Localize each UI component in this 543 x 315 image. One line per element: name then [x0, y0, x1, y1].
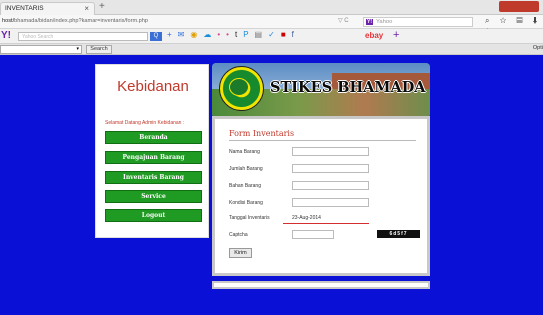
flickr-icon[interactable]: •• [217, 30, 235, 39]
field-label-bahan: Bahan Barang [229, 183, 261, 189]
search-strip: ▾ Search Opti [0, 44, 543, 55]
browser-tab[interactable]: INVENTARIS × [0, 2, 95, 15]
tab-title: INVENTARIS [5, 5, 44, 12]
navigation-bar: host/bhamada/bidan/index.php?kamar=inven… [0, 15, 543, 35]
field-label-tanggal: Tanggal Inventaris [229, 215, 270, 221]
toolbar-icons: +✉◉☁••tP▤✓■f [167, 30, 300, 39]
browser-search-placeholder: Yahoo [376, 19, 393, 25]
toolbar-search-button[interactable]: Q [150, 32, 162, 41]
submit-button[interactable]: Kirim [229, 248, 252, 258]
field-label-jumlah: Jumlah Barang [229, 166, 263, 172]
cloud-icon[interactable]: ☁ [203, 30, 217, 39]
new-tab-button[interactable]: + [99, 1, 105, 12]
kondisi-barang-input[interactable] [292, 198, 369, 207]
toolbar-add-icon[interactable]: + [167, 30, 178, 39]
header-banner: STIKES BHAMADA SLAWI [212, 63, 430, 118]
bahan-barang-input[interactable] [292, 181, 369, 190]
captcha-image: 6d5f7 [377, 230, 420, 238]
footer-bar [212, 281, 430, 289]
toolbar-search-placeholder: Yahoo Search [22, 34, 54, 40]
toolbar-search-input[interactable]: Yahoo Search [18, 32, 148, 41]
inventory-form: Form Inventaris Nama Barang Jumlah Baran… [212, 116, 430, 276]
weather-icon[interactable]: ◉ [190, 30, 203, 39]
reload-icon[interactable]: ▽ C [338, 17, 349, 24]
field-label-nama: Nama Barang [229, 149, 260, 155]
greeting-text: Selamat Datang Admin Kebidanan : [105, 120, 185, 126]
url-rest: bhamada/bidan/index.php?kamar=inventaris… [14, 18, 149, 24]
field-label-captcha: Captcha [229, 232, 248, 238]
campus-logo-center [229, 78, 249, 96]
url-prefix: host/ [2, 18, 15, 24]
banner-title: STIKES BHAMADA SLAWI [270, 79, 430, 96]
search-select[interactable]: ▾ [0, 45, 82, 54]
form-title: Form Inventaris [229, 129, 295, 138]
form-divider [229, 140, 416, 141]
facebook-icon[interactable]: f [292, 30, 300, 39]
menu-pengajuan-button[interactable]: Pengajuan Barang [105, 151, 202, 164]
menu-logout-button[interactable]: Logout [105, 209, 202, 222]
menu-beranda-button[interactable]: Beranda [105, 131, 202, 144]
yahoo-logo-icon: Y! [366, 19, 373, 25]
tanggal-inventaris-value[interactable]: 23-Aug-2014 [292, 215, 321, 221]
menu-inventaris-button[interactable]: Inventaris Barang [105, 171, 202, 184]
check-icon[interactable]: ✓ [268, 30, 281, 39]
news-icon[interactable]: ▤ [255, 30, 269, 39]
strip-search-button[interactable]: Search [86, 45, 112, 54]
mail-icon[interactable]: ✉ [178, 30, 191, 39]
menu-service-button[interactable]: Service [105, 190, 202, 203]
window-controls[interactable] [499, 1, 539, 12]
chevron-down-icon: ▾ [76, 46, 79, 52]
pinterest-icon[interactable]: P [243, 30, 254, 39]
address-bar[interactable]: host/bhamada/bidan/index.php?kamar=inven… [0, 17, 330, 27]
tab-close-icon[interactable]: × [84, 4, 89, 13]
tumblr-icon[interactable]: t [235, 30, 243, 39]
date-underline [283, 223, 369, 224]
captcha-input[interactable] [292, 230, 334, 239]
options-link[interactable]: Opti [533, 45, 543, 51]
ebay-icon[interactable]: ebay [365, 31, 383, 40]
tab-bar: INVENTARIS × + [0, 0, 543, 15]
sidebar: Kebidanan Selamat Datang Admin Kebidanan… [95, 64, 209, 238]
toolbar-logo-icon[interactable]: Y! [1, 30, 11, 41]
jumlah-barang-input[interactable] [292, 164, 369, 173]
nama-barang-input[interactable] [292, 147, 369, 156]
sidebar-brand: Kebidanan [117, 78, 189, 95]
bookmark-icon[interactable]: ■ [281, 30, 292, 39]
browser-search-box[interactable]: Y! Yahoo [363, 17, 473, 27]
field-label-kondisi: Kondisi Barang [229, 200, 263, 206]
yahoo-toolbar: Y! Yahoo Search Q +✉◉☁••tP▤✓■f ebay + [0, 29, 543, 44]
toolbar-plus-icon[interactable]: + [393, 29, 399, 41]
